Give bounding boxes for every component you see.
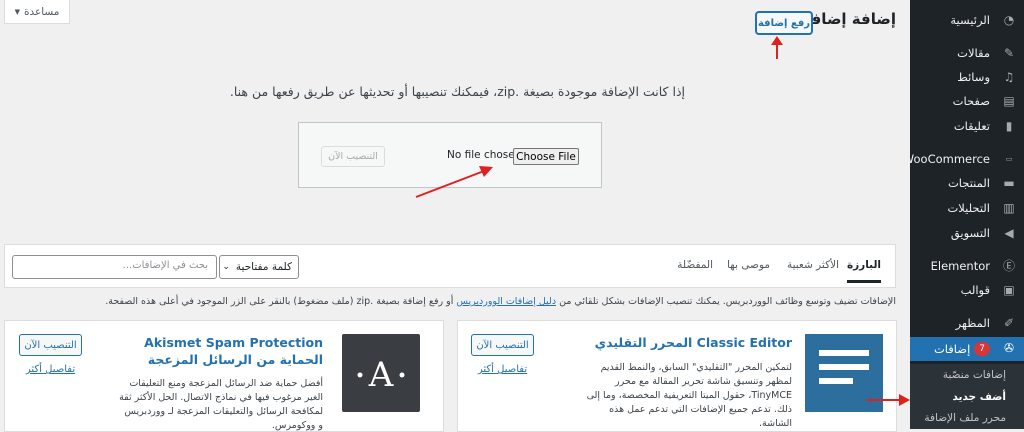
- plugin-title-ar: الحماية من الرسائل المزعجة: [147, 352, 323, 367]
- upload-description: إذا كانت الإضافة موجودة بصيغة .zip، فيمك…: [229, 84, 685, 99]
- appearance-icon: ✐: [1003, 316, 1015, 330]
- plugin-updates-badge: 7: [974, 342, 990, 356]
- sidebar-item-label: إضافات: [933, 342, 971, 356]
- sidebar-item-label: صفحات: [952, 94, 990, 108]
- sidebar-item-media[interactable]: ♫ وسائط: [910, 66, 1024, 88]
- sidebar-item-marketing[interactable]: ◀ التسويق: [910, 222, 1024, 244]
- plugin-description: لتمكين المحرر "التقليدي" السابق، والنمط …: [586, 362, 792, 429]
- svg-text:A: A: [368, 355, 394, 395]
- annotation-arrow-choose-icon: [415, 166, 493, 198]
- intro-text-after: أو رفع إضافة بصيغة .zip (ملف مضغوط) بالن…: [105, 296, 454, 307]
- caret-down-icon: ▼: [14, 7, 20, 16]
- active-menu-pointer: [902, 349, 910, 365]
- tab-recommended[interactable]: موصى بها: [727, 259, 770, 271]
- install-now-button[interactable]: التنصيب الآن: [19, 334, 82, 356]
- tab-popular[interactable]: الأكثر شعبية: [787, 259, 839, 271]
- sidebar-item-comments[interactable]: ▮ تعليقات: [910, 115, 1024, 137]
- products-icon: ▬: [1003, 176, 1015, 190]
- admin-sidebar: ◔ الرئيسية ✎ مقالات ♫ وسائط ▤ صفحات ▮ تع…: [903, 0, 1024, 429]
- comments-icon: ▮: [1005, 119, 1013, 133]
- sidebar-sub-add-new[interactable]: أضف جديد: [910, 386, 1024, 408]
- more-details-link[interactable]: تفاصيل أكثر: [19, 364, 82, 375]
- sidebar-item-label: قوالب: [960, 283, 990, 297]
- sidebar-item-appearance[interactable]: ✐ المظهر: [910, 312, 1024, 334]
- sidebar-item-label: التسويق: [950, 226, 990, 240]
- plugin-title-en: Akismet Spam Protection: [144, 335, 323, 350]
- sidebar-item-woocommerce[interactable]: ▭ WooCommerce: [903, 148, 1024, 170]
- plugin-title-akismet[interactable]: Akismet Spam Protection الحماية من الرسا…: [123, 334, 323, 368]
- plugin-title-ar: المحرر التقليدي: [594, 335, 693, 350]
- sidebar-item-label: الرئيسية: [950, 13, 990, 27]
- intro-text-before: الإضافات تضيف وتوسع وظائف الووردبريس. يم…: [559, 296, 896, 307]
- sidebar-item-label: التحليلات: [947, 201, 990, 215]
- search-type-select[interactable]: ⌄ كلمة مفتاحية: [219, 255, 299, 279]
- sidebar-item-label: مقالات: [957, 46, 990, 60]
- annotation-arrow-add-new-icon: [866, 394, 910, 406]
- main-content: ▼ مساعدة إضافة إضافات رفع إضافة إذا كانت…: [0, 0, 910, 432]
- install-now-button[interactable]: التنصيب الآن: [471, 334, 534, 356]
- sidebar-item-analytics[interactable]: ▥ التحليلات: [910, 197, 1024, 219]
- sidebar-item-elementor[interactable]: Ⓔ Elementor: [910, 255, 1024, 277]
- search-type-value: كلمة مفتاحية: [235, 261, 292, 273]
- elementor-icon: Ⓔ: [1002, 259, 1015, 273]
- sidebar-item-pages[interactable]: ▤ صفحات: [910, 90, 1024, 112]
- plugins-intro-text: الإضافات تضيف وتوسع وظائف الووردبريس. يم…: [4, 296, 896, 307]
- woo-icon: ▭: [1005, 155, 1013, 163]
- chevron-down-icon: ⌄: [222, 262, 230, 272]
- sidebar-item-label: WooCommerce: [902, 152, 990, 166]
- help-tab-button[interactable]: ▼ مساعدة: [4, 0, 70, 24]
- install-now-button-disabled[interactable]: التنصيب الآن: [321, 146, 385, 167]
- upload-plugin-button[interactable]: رفع إضافة: [756, 12, 812, 34]
- sidebar-item-label: المنتجات: [947, 176, 990, 190]
- plugin-search-input[interactable]: بحث في الإضافات...: [12, 255, 217, 279]
- sidebar-sub-installed-plugins[interactable]: إضافات منصّبة: [910, 364, 1024, 386]
- sidebar-item-label: المظهر: [955, 316, 990, 330]
- analytics-icon: ▥: [1003, 201, 1015, 215]
- sidebar-item-label: Elementor: [930, 259, 990, 273]
- sidebar-item-plugins[interactable]: ✇ إضافات 7: [910, 337, 1024, 361]
- plugin-directory-link[interactable]: دليل إضافات الووردبريس: [456, 296, 556, 307]
- plugin-title-classic-editor[interactable]: Classic Editor المحرر التقليدي: [582, 334, 792, 351]
- sidebar-item-label: وسائط: [957, 70, 990, 84]
- no-file-label: No file chosen: [447, 149, 522, 161]
- help-tab-label: مساعدة: [23, 5, 60, 18]
- akismet-logo-icon: A: [342, 334, 420, 412]
- sidebar-item-label: تعليقات: [953, 119, 990, 133]
- sidebar-item-templates[interactable]: ▣ قوالب: [910, 279, 1024, 301]
- megaphone-icon: ◀: [1004, 226, 1014, 240]
- plugin-description: أفضل حماية ضد الرسائل المزعجة ومنع التعل…: [119, 378, 323, 431]
- pages-icon: ▤: [1003, 94, 1015, 108]
- tab-favorites[interactable]: المفضّلة: [677, 259, 713, 271]
- sidebar-sub-plugin-editor[interactable]: محرر ملف الإضافة: [910, 407, 1024, 429]
- plugins-icon: ✇: [1003, 341, 1015, 355]
- media-icon: ♫: [1003, 70, 1015, 84]
- sidebar-item-posts[interactable]: ✎ مقالات: [910, 42, 1024, 64]
- sidebar-item-products[interactable]: ▬ المنتجات: [910, 172, 1024, 194]
- plugin-filter-bar: البارزة الأكثر شعبية موصى بها المفضّلة ⌄…: [4, 244, 896, 288]
- tab-featured[interactable]: البارزة: [846, 259, 881, 283]
- more-details-link[interactable]: تفاصيل أكثر: [471, 364, 534, 375]
- plugin-card-akismet: A Akismet Spam Protection الحماية من الر…: [4, 320, 444, 432]
- plugin-title-en: Classic Editor: [696, 335, 792, 350]
- sidebar-item-dashboard[interactable]: ◔ الرئيسية: [910, 9, 1024, 31]
- pin-icon: ✎: [1003, 46, 1015, 60]
- dashboard-icon: ◔: [1003, 13, 1015, 27]
- templates-icon: ▣: [1003, 283, 1015, 297]
- plugin-card-classic-editor: Classic Editor المحرر التقليدي لتمكين ال…: [457, 320, 897, 432]
- choose-file-button[interactable]: Choose File: [513, 148, 579, 165]
- annotation-arrow-up-icon: [771, 36, 783, 59]
